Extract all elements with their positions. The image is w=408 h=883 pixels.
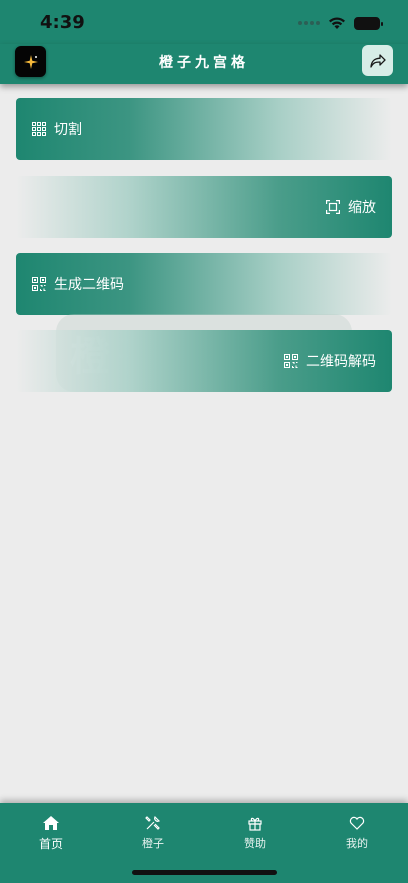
tab-label: 首页	[38, 837, 63, 851]
tab-sponsor[interactable]: 赞助	[225, 815, 285, 851]
page-title: 橙子九宫格	[159, 55, 249, 71]
cut-card[interactable]: 切割	[16, 98, 392, 160]
tab-label: 我的	[346, 837, 368, 850]
wifi-icon	[329, 17, 345, 29]
signal-icon	[298, 21, 320, 25]
battery-icon	[354, 16, 383, 30]
home-indicator	[132, 870, 277, 875]
status-time: 4:39	[40, 12, 85, 33]
decode-qrcode-card[interactable]: 二维码解码	[16, 330, 392, 392]
scale-card[interactable]: 缩放	[16, 176, 392, 238]
tab-label: 橙子	[142, 837, 164, 850]
tab-home[interactable]: 首页	[21, 815, 81, 852]
heart-icon	[349, 816, 365, 830]
nav-bar: 橙子九宫格	[0, 44, 408, 84]
scale-icon	[326, 200, 340, 214]
card-label: 生成二维码	[54, 277, 124, 293]
gift-icon	[248, 817, 262, 831]
qrcode-icon	[32, 277, 46, 291]
grid-icon	[32, 122, 46, 136]
tab-label: 赞助	[244, 837, 266, 850]
share-button[interactable]	[362, 45, 393, 76]
tab-mine[interactable]: 我的	[327, 815, 387, 851]
tools-icon	[145, 815, 161, 830]
generate-qrcode-card[interactable]: 生成二维码	[16, 253, 392, 315]
share-icon	[369, 53, 386, 68]
home-icon	[43, 816, 59, 830]
status-bar: 4:39	[0, 0, 408, 44]
qrcode-icon	[284, 354, 298, 368]
card-label: 切割	[54, 122, 82, 138]
card-label: 二维码解码	[306, 354, 376, 370]
status-icons	[298, 16, 383, 30]
card-label: 缩放	[348, 200, 376, 216]
tab-orange[interactable]: 橙子	[123, 815, 183, 851]
